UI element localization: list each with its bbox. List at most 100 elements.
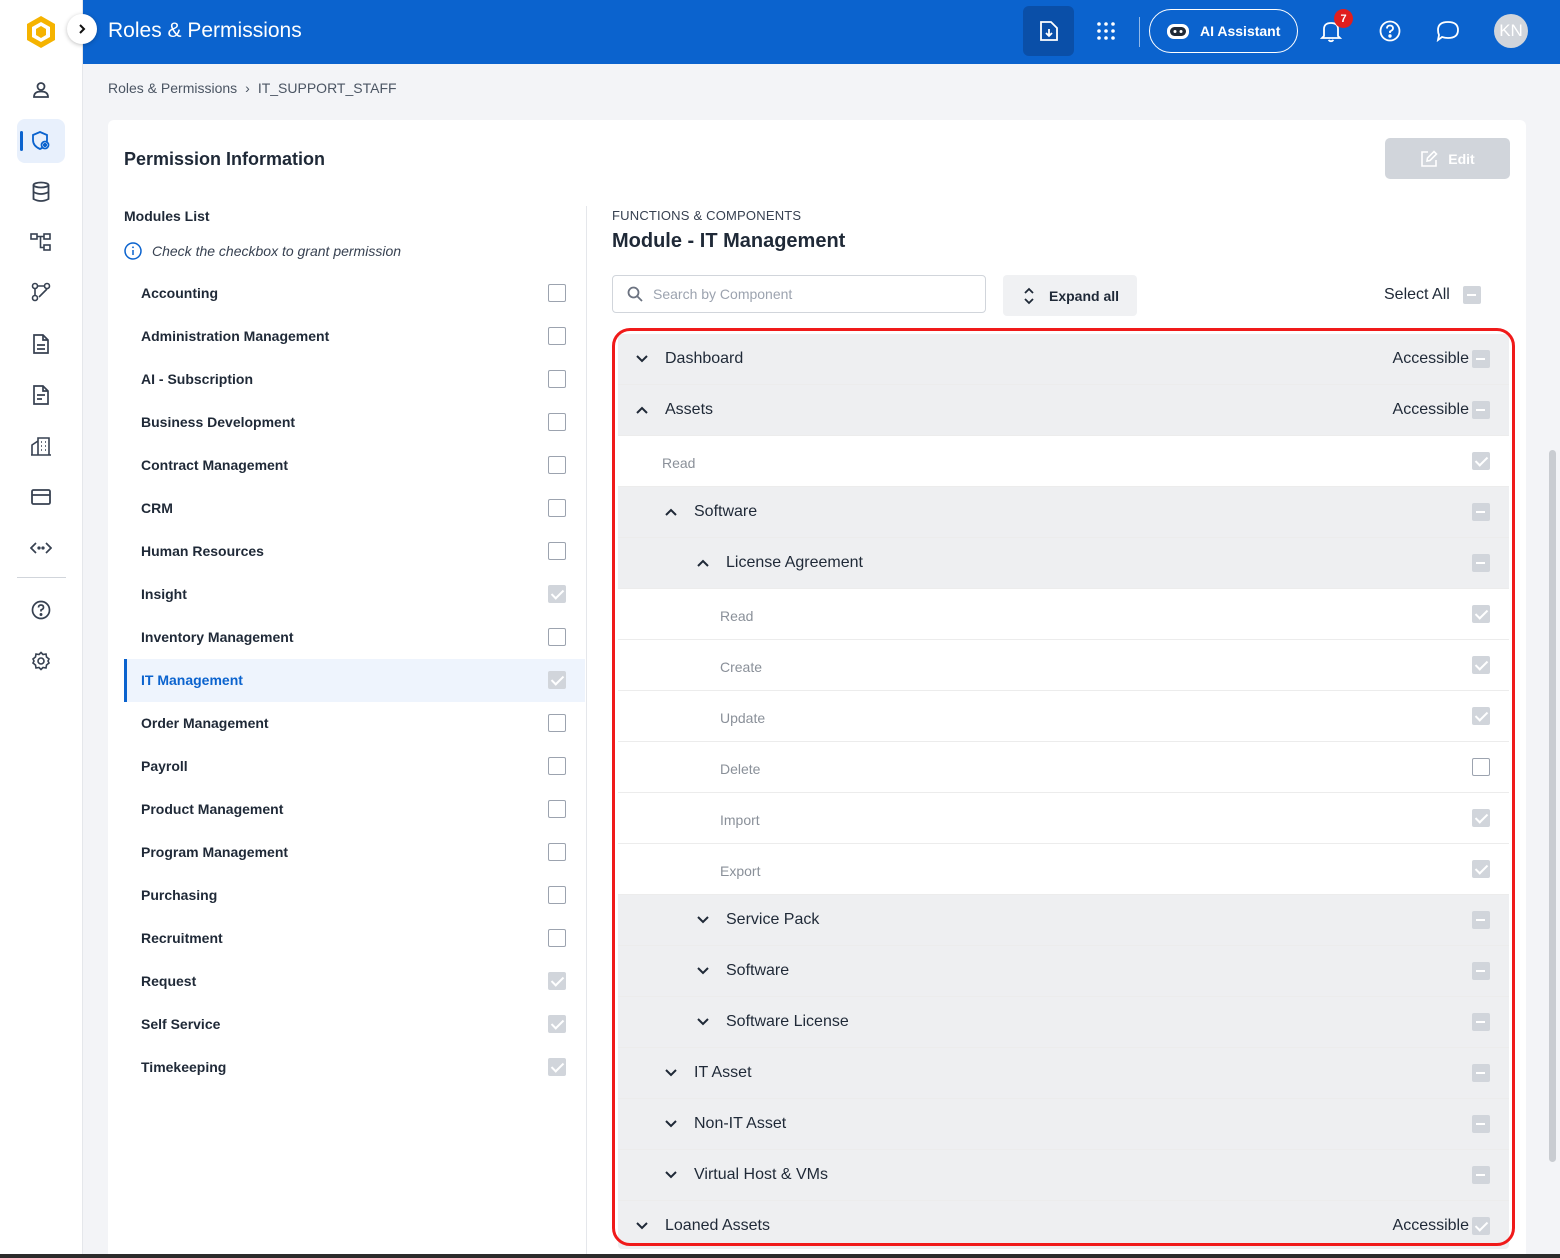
tree-row-checkbox[interactable] [1472,1064,1490,1082]
report-icon[interactable] [17,373,65,417]
breadcrumb-root-link[interactable]: Roles & Permissions [108,80,237,96]
tree-row-checkbox[interactable] [1472,503,1490,521]
module-item[interactable]: Contract Management [124,444,585,487]
module-item[interactable]: Inventory Management [124,616,585,659]
module-checkbox[interactable] [548,671,566,689]
tree-permission-row[interactable]: Read [618,436,1509,487]
module-checkbox[interactable] [548,800,566,818]
org-chart-icon[interactable] [17,220,65,264]
module-item[interactable]: Administration Management [124,315,585,358]
module-item[interactable]: Timekeeping [124,1046,585,1089]
module-checkbox[interactable] [548,628,566,646]
chevron-down-icon[interactable] [694,962,712,980]
tree-group-row[interactable]: Service Pack [618,895,1509,946]
tree-row-checkbox[interactable] [1472,350,1490,368]
module-item[interactable]: Self Service [124,1003,585,1046]
document-icon[interactable] [17,322,65,366]
tree-group-row[interactable]: Non-IT Asset [618,1099,1509,1150]
expand-sidebar-button[interactable] [67,14,97,44]
workflow-icon[interactable] [17,270,65,314]
module-item[interactable]: Product Management [124,788,585,831]
chevron-down-icon[interactable] [694,1013,712,1031]
module-item[interactable]: CRM [124,487,585,530]
tree-row-checkbox[interactable] [1472,1166,1490,1184]
tree-row-checkbox[interactable] [1472,758,1490,776]
module-checkbox[interactable] [548,542,566,560]
tree-group-row[interactable]: IT Asset [618,1048,1509,1099]
module-checkbox[interactable] [548,413,566,431]
tree-row-checkbox[interactable] [1472,554,1490,572]
tree-group-row[interactable]: Assets Accessible [618,385,1509,436]
tree-group-row[interactable]: Software [618,946,1509,997]
tree-group-row[interactable]: License Agreement [618,538,1509,589]
module-checkbox[interactable] [548,456,566,474]
chevron-down-icon[interactable] [633,1217,651,1235]
module-item[interactable]: Accounting [124,272,585,315]
edit-button[interactable]: Edit [1385,138,1510,179]
module-checkbox[interactable] [548,1015,566,1033]
tree-row-checkbox[interactable] [1472,656,1490,674]
help-button[interactable] [1375,16,1405,46]
page-scrollbar[interactable] [1549,450,1556,1162]
module-checkbox[interactable] [548,327,566,345]
tree-row-checkbox[interactable] [1472,605,1490,623]
module-checkbox[interactable] [548,370,566,388]
tree-row-checkbox[interactable] [1472,1217,1490,1235]
tree-group-row[interactable]: Loaned Assets Accessible [618,1201,1509,1249]
card-icon[interactable] [17,475,65,519]
code-icon[interactable] [17,526,65,570]
chevron-down-icon[interactable] [633,350,651,368]
app-logo-icon[interactable] [22,13,60,51]
module-item[interactable]: Program Management [124,831,585,874]
tree-permission-row[interactable]: Import [618,793,1509,844]
module-checkbox[interactable] [548,843,566,861]
module-checkbox[interactable] [548,929,566,947]
chevron-down-icon[interactable] [662,1115,680,1133]
module-checkbox[interactable] [548,284,566,302]
tree-row-checkbox[interactable] [1472,962,1490,980]
chevron-down-icon[interactable] [694,911,712,929]
module-checkbox[interactable] [548,1058,566,1076]
search-input[interactable] [653,286,963,302]
module-item[interactable]: Insight [124,573,585,616]
module-item[interactable]: Business Development [124,401,585,444]
module-item[interactable]: AI - Subscription [124,358,585,401]
help-icon[interactable] [17,588,65,632]
user-avatar[interactable]: KN [1494,14,1528,48]
chat-button[interactable] [1433,16,1463,46]
chevron-up-icon[interactable] [662,503,680,521]
module-item[interactable]: Order Management [124,702,585,745]
tree-permission-row[interactable]: Delete [618,742,1509,793]
select-all-checkbox[interactable] [1462,286,1481,304]
module-checkbox[interactable] [548,499,566,517]
tree-row-checkbox[interactable] [1472,1115,1490,1133]
tree-group-row[interactable]: Virtual Host & VMs [618,1150,1509,1201]
tree-row-checkbox[interactable] [1472,452,1490,470]
module-checkbox[interactable] [548,972,566,990]
module-item[interactable]: IT Management [124,659,585,702]
module-item[interactable]: Human Resources [124,530,585,573]
module-checkbox[interactable] [548,585,566,603]
module-item[interactable]: Payroll [124,745,585,788]
settings-icon[interactable] [17,639,65,683]
download-button[interactable] [1023,6,1074,56]
expand-all-button[interactable]: Expand all [1003,275,1137,316]
ai-assistant-button[interactable]: AI Assistant [1149,9,1298,53]
tree-group-row[interactable]: Dashboard Accessible [618,334,1509,385]
tree-row-checkbox[interactable] [1472,860,1490,878]
module-item[interactable]: Purchasing [124,874,585,917]
module-item[interactable]: Recruitment [124,917,585,960]
shield-lock-icon[interactable] [17,119,65,163]
chevron-up-icon[interactable] [633,401,651,419]
tree-group-row[interactable]: Software License [618,997,1509,1048]
tree-permission-row[interactable]: Read [618,589,1509,640]
chevron-down-icon[interactable] [662,1166,680,1184]
tree-permission-row[interactable]: Update [618,691,1509,742]
chevron-up-icon[interactable] [694,554,712,572]
module-checkbox[interactable] [548,714,566,732]
tree-row-checkbox[interactable] [1472,401,1490,419]
apps-grid-button[interactable] [1091,16,1121,46]
tree-row-checkbox[interactable] [1472,911,1490,929]
module-item[interactable]: Request [124,960,585,1003]
tree-group-row[interactable]: Software [618,487,1509,538]
